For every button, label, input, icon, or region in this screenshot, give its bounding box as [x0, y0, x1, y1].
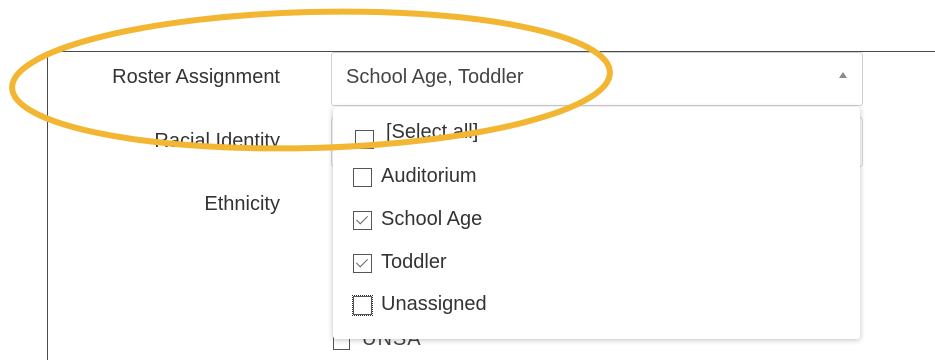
checkbox-icon[interactable] — [352, 295, 373, 316]
option-select-all[interactable]: [Select all] — [333, 117, 860, 157]
roster-assignment-dropdown: [Select all] Auditorium School Age Toddl… — [333, 107, 860, 339]
checkbox-icon[interactable] — [353, 168, 372, 187]
ethnicity-label: Ethnicity — [204, 193, 280, 215]
checkbox-checked-icon[interactable] — [353, 254, 372, 273]
caret-up-icon[interactable] — [839, 72, 847, 78]
roster-assignment-label: Roster Assignment — [112, 66, 280, 88]
option-school-age[interactable]: School Age — [333, 200, 860, 240]
roster-assignment-select[interactable]: School Age, Toddler — [331, 52, 863, 106]
panel-left-border — [47, 51, 48, 360]
option-unassigned[interactable]: Unassigned — [333, 285, 860, 325]
option-toddler[interactable]: Toddler — [333, 243, 860, 283]
option-label: Unassigned — [381, 293, 487, 315]
checkbox-checked-icon[interactable] — [353, 211, 372, 230]
option-label: [Select all] — [386, 121, 479, 143]
form-panel: Roster Assignment Racial Identity Ethnic… — [0, 0, 935, 360]
roster-assignment-value: School Age, Toddler — [346, 66, 524, 88]
option-label: Toddler — [381, 251, 447, 273]
checkbox-icon[interactable] — [355, 130, 374, 149]
racial-identity-label: Racial Identity — [154, 130, 280, 152]
option-label: Auditorium — [381, 165, 477, 187]
option-auditorium[interactable]: Auditorium — [333, 157, 860, 197]
option-label: School Age — [381, 208, 483, 230]
